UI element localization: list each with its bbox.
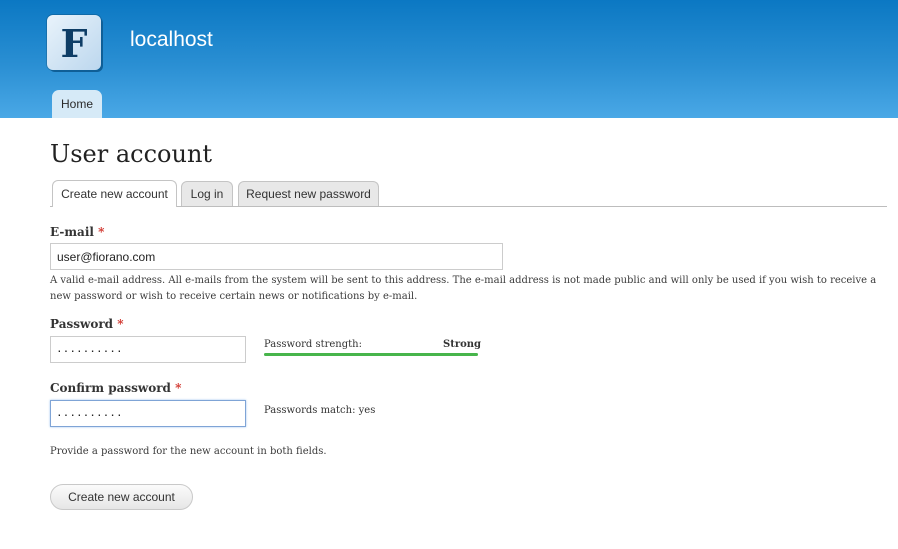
email-description: A valid e-mail address. All e-mails from… bbox=[50, 275, 877, 302]
password-field[interactable]: ·········· bbox=[50, 336, 246, 363]
site-header: F localhost Home bbox=[0, 0, 898, 118]
logo-icon: F bbox=[61, 21, 88, 66]
logo-letter: F bbox=[61, 21, 88, 66]
password-strength-label: Password strength: bbox=[264, 339, 362, 350]
password-required-mark: * bbox=[117, 317, 124, 331]
password-strength-value: Strong bbox=[443, 339, 482, 350]
site-name[interactable]: localhost bbox=[130, 28, 213, 52]
confirm-password-label-text: Confirm password bbox=[50, 381, 171, 395]
password-strength-bar bbox=[264, 353, 478, 356]
email-label-text: E-mail bbox=[50, 225, 94, 239]
tab-create-new-account[interactable]: Create new account bbox=[52, 180, 177, 207]
tab-request-new-password[interactable]: Request new password bbox=[238, 181, 379, 206]
confirm-password-required-mark: * bbox=[175, 381, 182, 395]
page-title: User account bbox=[50, 140, 213, 168]
confirm-password-label: Confirm password * bbox=[50, 381, 181, 395]
email-required-mark: * bbox=[98, 225, 105, 239]
email-label: E-mail * bbox=[50, 225, 104, 239]
site-logo[interactable]: F bbox=[47, 15, 101, 70]
passwords-match-status: Passwords match: yes bbox=[264, 405, 376, 416]
password-label-text: Password bbox=[50, 317, 114, 331]
email-field[interactable]: user@fiorano.com bbox=[50, 243, 503, 270]
create-new-account-button[interactable]: Create new account bbox=[50, 484, 193, 510]
confirm-password-field[interactable]: ·········· bbox=[50, 400, 246, 427]
password-label: Password * bbox=[50, 317, 124, 331]
tab-log-in[interactable]: Log in bbox=[181, 181, 233, 206]
nav-home[interactable]: Home bbox=[52, 90, 102, 118]
password-strength-fill bbox=[264, 353, 478, 356]
password-hint: Provide a password for the new account i… bbox=[50, 446, 327, 457]
